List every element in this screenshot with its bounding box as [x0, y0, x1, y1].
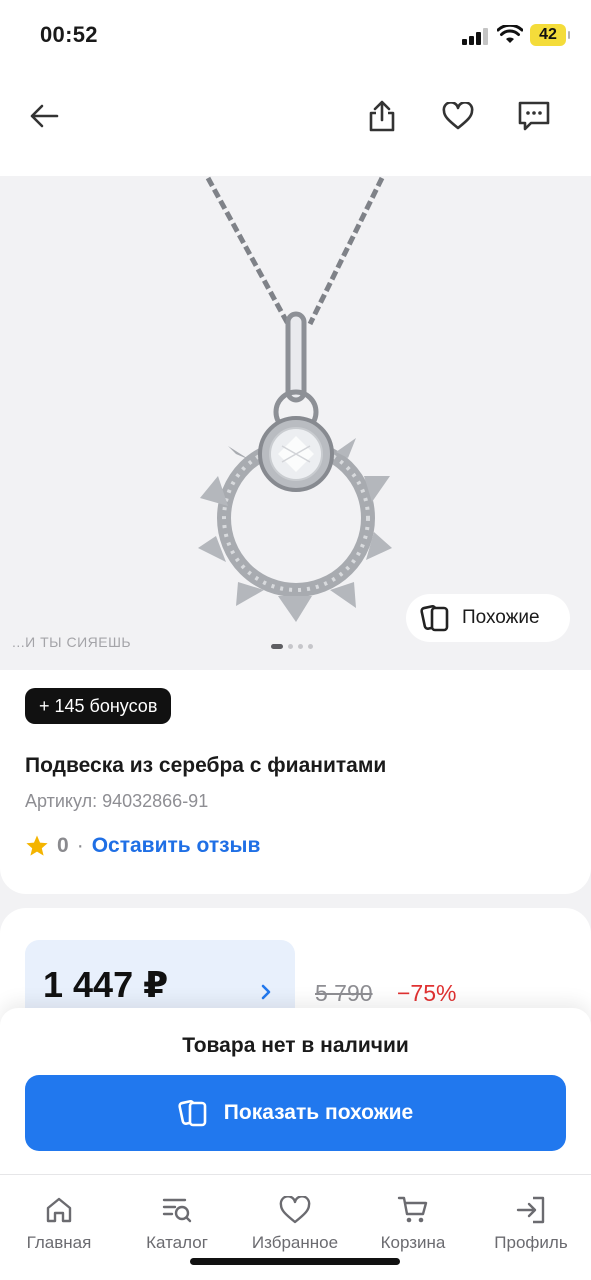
similar-chip[interactable]: Похожие [406, 594, 570, 642]
heart-icon [442, 102, 474, 130]
similar-label: Похожие [462, 607, 540, 628]
share-button[interactable] [360, 94, 404, 138]
product-title: Подвеска из серебра с фианитами [25, 754, 387, 777]
status-bar: 00:52 42 [0, 0, 591, 72]
share-icon [369, 100, 395, 132]
status-time: 00:52 [40, 22, 98, 47]
home-icon [42, 1193, 76, 1227]
page-dot [298, 644, 303, 649]
wifi-icon [496, 23, 524, 50]
star-icon [26, 835, 48, 856]
leave-review-link[interactable]: Оставить отзыв [92, 834, 261, 858]
similar-cards-icon [420, 605, 449, 632]
out-of-stock-label: Товара нет в наличии [182, 1034, 409, 1057]
chat-button[interactable] [512, 94, 556, 138]
arrow-left-icon [30, 104, 59, 128]
show-similar-label: Показать похожие [223, 1101, 414, 1124]
catalog-icon [160, 1193, 194, 1227]
tab-catalog[interactable]: Каталог [122, 1193, 232, 1253]
page-dot [288, 644, 293, 649]
show-similar-button[interactable]: Показать похожие [25, 1075, 566, 1151]
brand-caption: ...И ТЫ СИЯЕШЬ [12, 634, 132, 650]
product-info-card: + 145 бонусов Подвеска из серебра с фиан… [0, 670, 591, 894]
back-button[interactable] [22, 94, 66, 138]
old-price: 5 790 [315, 980, 373, 1006]
tab-label: Избранное [251, 1233, 339, 1252]
product-sku: Артикул: 94032866-91 [25, 791, 209, 811]
tab-home[interactable]: Главная [4, 1193, 114, 1253]
current-price: 1 447 ₽ [43, 964, 169, 1005]
tab-label: Корзина [380, 1233, 446, 1252]
separator: · [76, 834, 84, 857]
page-dot [308, 644, 313, 649]
product-gallery[interactable]: ...И ТЫ СИЯЕШЬ Похожие [0, 176, 591, 670]
home-indicator [190, 1258, 400, 1265]
page-dot [271, 644, 283, 649]
tab-favorites[interactable]: Избранное [240, 1193, 350, 1253]
tab-label: Главная [26, 1233, 92, 1252]
tab-profile[interactable]: Профиль [476, 1193, 586, 1253]
bonus-badge[interactable]: + 145 бонусов [25, 688, 172, 724]
rating-count: 0 [57, 834, 69, 857]
availability-sheet: Товара нет в наличии Показать похожие [0, 1008, 591, 1174]
discount-badge: −75% [397, 980, 457, 1006]
chevron-right-icon [261, 984, 271, 1000]
product-image [198, 176, 392, 622]
gallery-pager[interactable] [271, 644, 313, 649]
battery-icon: 42 [530, 24, 570, 46]
rating-row: 0 · Оставить отзыв [25, 834, 260, 858]
tab-label: Профиль [494, 1233, 568, 1252]
tab-label: Каталог [146, 1233, 208, 1252]
cellular-signal-icon [462, 27, 488, 45]
tab-cart[interactable]: Корзина [358, 1193, 468, 1253]
top-nav [0, 72, 591, 176]
cart-icon [396, 1193, 430, 1227]
heart-icon [278, 1193, 312, 1227]
login-icon [514, 1193, 548, 1227]
favorite-button[interactable] [436, 94, 480, 138]
chat-icon [518, 101, 550, 131]
similar-cards-icon [178, 1100, 207, 1127]
